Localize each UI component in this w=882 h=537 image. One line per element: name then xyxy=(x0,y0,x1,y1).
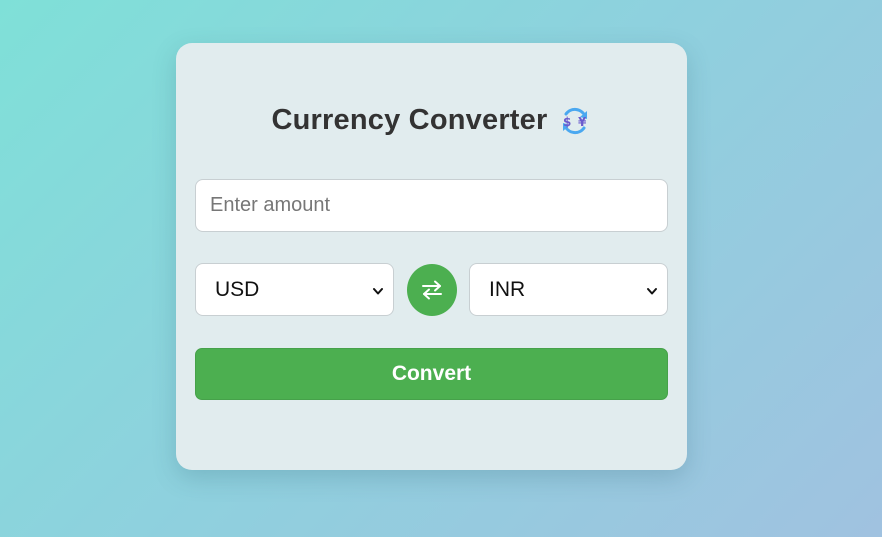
currency-exchange-icon: $ ¥ xyxy=(559,105,591,137)
swap-currencies-button[interactable] xyxy=(407,264,457,316)
from-currency-value: USD xyxy=(215,277,260,301)
converter-card: Currency Converter $ ¥ USD xyxy=(176,43,687,470)
convert-button[interactable]: Convert xyxy=(195,348,668,400)
from-currency-select[interactable]: USD xyxy=(195,263,394,316)
svg-text:¥: ¥ xyxy=(578,115,587,129)
chevron-down-icon xyxy=(646,284,658,296)
to-currency-select[interactable]: INR xyxy=(469,263,668,316)
page-title: Currency Converter xyxy=(271,103,548,136)
amount-input[interactable] xyxy=(195,179,668,232)
to-currency-value: INR xyxy=(489,277,526,301)
svg-text:$: $ xyxy=(563,115,571,129)
chevron-down-icon xyxy=(372,284,384,296)
title-row: Currency Converter $ ¥ xyxy=(176,99,687,141)
swap-arrows-icon xyxy=(422,280,442,300)
